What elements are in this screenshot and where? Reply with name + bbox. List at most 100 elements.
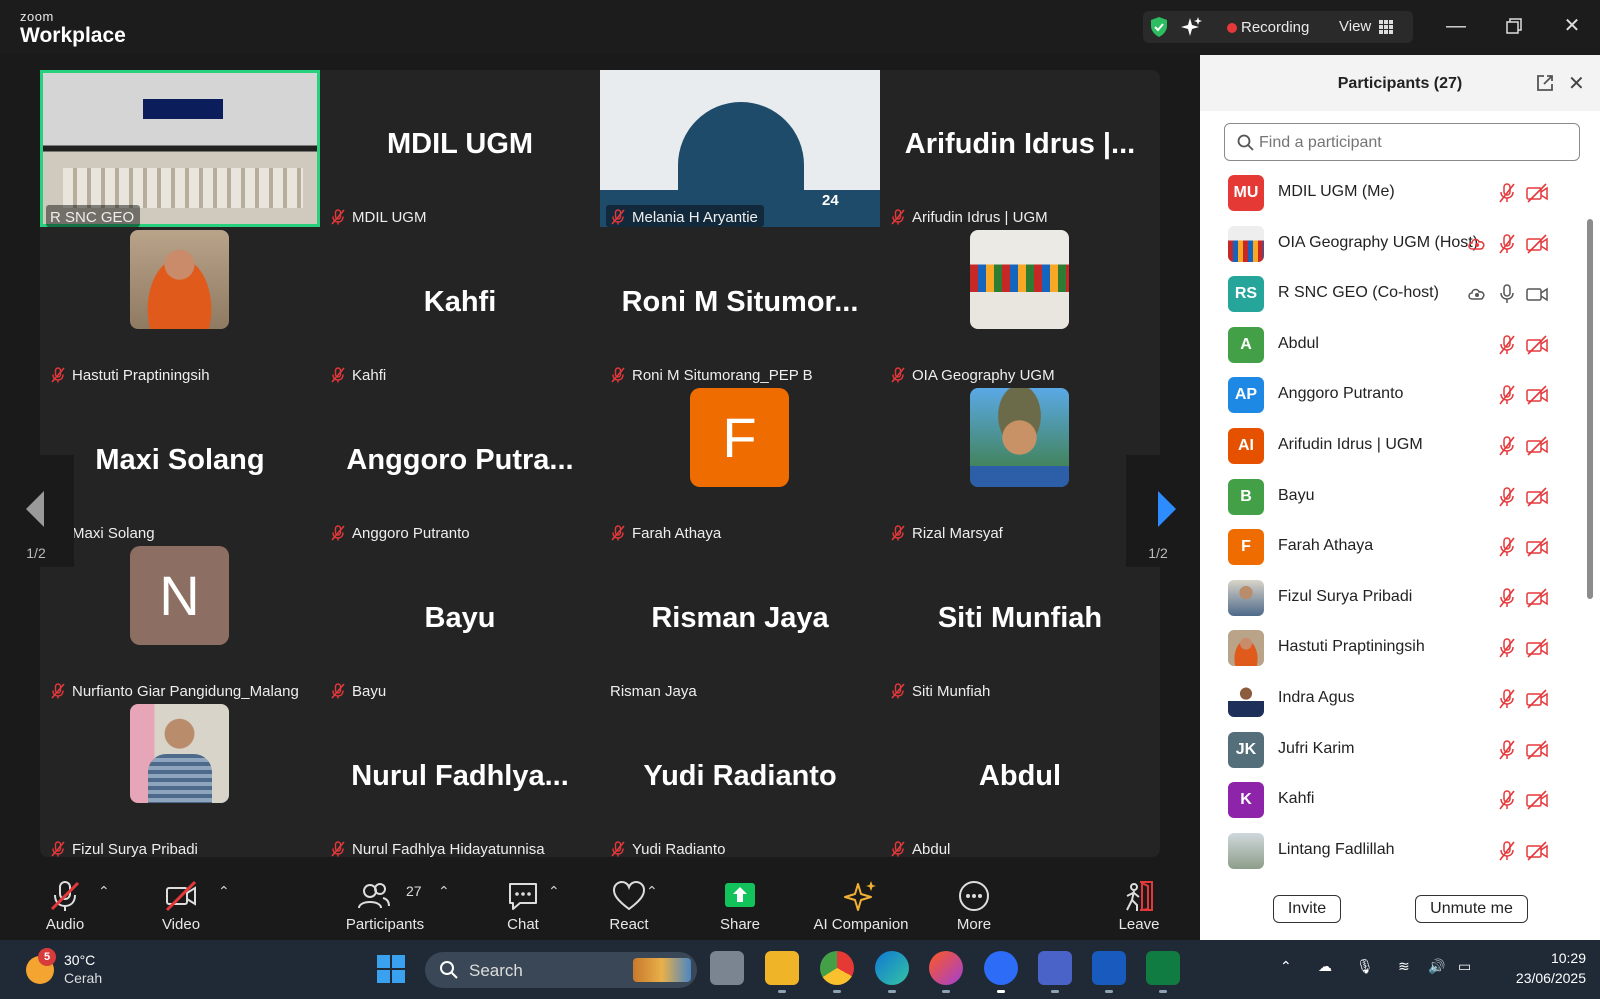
tray-chevron-icon[interactable]: ⌃ xyxy=(1280,958,1292,975)
app-icon[interactable] xyxy=(1038,951,1072,993)
leave-button[interactable]: Leave xyxy=(1104,867,1174,940)
participant-search-input[interactable] xyxy=(1259,132,1559,154)
video-options-caret-icon[interactable]: ⌃ xyxy=(218,883,230,900)
battery-icon[interactable]: ▭ xyxy=(1458,958,1471,975)
share-button[interactable]: Share xyxy=(705,867,775,940)
audio-button[interactable]: Audio xyxy=(30,867,100,940)
participant-row[interactable]: F Farah Athaya xyxy=(1200,521,1586,573)
video-button[interactable]: Video xyxy=(146,867,216,940)
video-tile[interactable]: Maxi Solang Maxi Solang xyxy=(40,386,320,543)
minimize-icon[interactable]: — xyxy=(1444,14,1468,38)
mic-muted-icon[interactable] xyxy=(1496,537,1518,557)
next-page-button[interactable]: 1/2 xyxy=(1126,455,1176,567)
video-tile[interactable]: Bayu Bayu xyxy=(320,544,600,701)
video-tile[interactable]: Fizul Surya Pribadi xyxy=(40,702,320,859)
video-tile[interactable]: Arifudin Idrus |... Arifudin Idrus | UGM xyxy=(880,70,1160,227)
video-tile[interactable]: Siti Munfiah Siti Munfiah xyxy=(880,544,1160,701)
mic-icon[interactable] xyxy=(1496,284,1518,304)
react-button[interactable]: React xyxy=(594,867,664,940)
video-tile[interactable]: Nurul Fadhlya... Nurul Fadhlya Hidayatunn… xyxy=(320,702,600,859)
mic-muted-icon[interactable] xyxy=(1496,790,1518,810)
video-tile[interactable]: Abdul Abdul xyxy=(880,702,1160,859)
video-tile[interactable]: Risman Jaya Risman Jaya xyxy=(600,544,880,701)
video-off-icon[interactable] xyxy=(1526,740,1548,760)
chrome-icon[interactable] xyxy=(820,951,854,993)
unmute-me-button[interactable]: Unmute me xyxy=(1415,895,1528,923)
windows-start-icon[interactable] xyxy=(376,954,406,984)
participant-row[interactable]: AP Anggoro Putranto xyxy=(1200,369,1586,421)
video-off-icon[interactable] xyxy=(1526,436,1548,456)
view-button[interactable]: View xyxy=(1339,18,1371,35)
video-off-icon[interactable] xyxy=(1526,537,1548,557)
video-tile[interactable]: Kahfi Kahfi xyxy=(320,228,600,385)
video-tile[interactable]: Yudi Radianto Yudi Radianto xyxy=(600,702,880,859)
mic-muted-icon[interactable] xyxy=(1496,335,1518,355)
participant-list-scrollbar[interactable] xyxy=(1586,167,1594,927)
scrollbar-thumb[interactable] xyxy=(1587,219,1593,599)
weather-widget[interactable]: 5 30°C Cerah xyxy=(22,948,142,990)
video-tile[interactable]: N Nurfianto Giar Pangidung_Malang xyxy=(40,544,320,701)
video-off-icon[interactable] xyxy=(1526,689,1548,709)
video-off-icon[interactable] xyxy=(1526,638,1548,658)
video-icon[interactable] xyxy=(1526,284,1548,304)
mic-muted-icon[interactable] xyxy=(1496,841,1518,861)
video-tile[interactable]: OIA Geography UGM xyxy=(880,228,1160,385)
taskbar-clock[interactable]: 10:29 23/06/2025 xyxy=(1496,948,1586,988)
video-tile[interactable]: F Farah Athaya xyxy=(600,386,880,543)
mic-muted-icon[interactable] xyxy=(1496,638,1518,658)
participants-button[interactable]: Participants xyxy=(340,867,430,940)
task-view-icon[interactable] xyxy=(710,951,744,985)
firefox-icon[interactable] xyxy=(929,951,963,993)
participant-search[interactable] xyxy=(1224,123,1580,161)
view-grid-icon[interactable] xyxy=(1379,20,1393,34)
close-panel-icon[interactable]: ✕ xyxy=(1568,71,1585,96)
zoom-app-icon[interactable] xyxy=(984,951,1018,993)
recording-label[interactable]: Recording xyxy=(1241,19,1309,36)
taskbar-search[interactable]: Search xyxy=(425,952,697,988)
react-options-caret-icon[interactable]: ⌃ xyxy=(646,883,658,900)
invite-button[interactable]: Invite xyxy=(1273,895,1341,923)
mic-muted-icon[interactable] xyxy=(1496,739,1518,760)
video-off-icon[interactable] xyxy=(1526,487,1548,507)
network-tray-icon[interactable]: ☁ xyxy=(1318,958,1332,975)
encryption-shield-icon[interactable] xyxy=(1149,16,1169,38)
word-icon[interactable] xyxy=(1092,951,1126,993)
participant-row[interactable]: Indra Agus xyxy=(1200,673,1586,725)
participant-row[interactable]: AI Arifudin Idrus | UGM xyxy=(1200,420,1586,472)
participant-row[interactable]: MU MDIL UGM (Me) xyxy=(1200,167,1586,219)
pop-out-icon[interactable] xyxy=(1536,74,1554,92)
ai-companion-sparkle-icon[interactable] xyxy=(1181,16,1203,38)
chat-options-caret-icon[interactable]: ⌃ xyxy=(548,883,560,900)
video-tile[interactable]: MDIL UGM MDIL UGM xyxy=(320,70,600,227)
mic-tray-icon[interactable]: 🎙 xyxy=(1356,958,1374,975)
video-tile[interactable]: 24 Melania H Aryantie xyxy=(600,70,880,227)
participant-row[interactable]: B Bayu xyxy=(1200,471,1586,523)
mic-muted-icon[interactable] xyxy=(1496,183,1518,203)
chat-button[interactable]: Chat xyxy=(488,867,558,940)
participant-row[interactable]: Lintang Fadlillah xyxy=(1200,825,1586,877)
close-window-icon[interactable]: ✕ xyxy=(1560,14,1584,38)
video-tile[interactable]: Hastuti Praptiningsih xyxy=(40,228,320,385)
video-off-icon[interactable] xyxy=(1526,385,1548,405)
mic-muted-icon[interactable] xyxy=(1496,588,1518,608)
participant-row[interactable]: K Kahfi xyxy=(1200,774,1586,826)
participants-options-caret-icon[interactable]: ⌃ xyxy=(438,883,450,900)
participant-row[interactable]: Hastuti Praptiningsih xyxy=(1200,622,1586,674)
video-off-icon[interactable] xyxy=(1526,234,1548,254)
video-off-icon[interactable] xyxy=(1526,335,1548,355)
participant-row[interactable]: RS R SNC GEO (Co-host) xyxy=(1200,268,1586,320)
audio-options-caret-icon[interactable]: ⌃ xyxy=(98,883,110,900)
mic-muted-icon[interactable] xyxy=(1496,233,1518,254)
participant-row[interactable]: A Abdul xyxy=(1200,319,1586,371)
video-off-icon[interactable] xyxy=(1526,183,1548,203)
video-off-icon[interactable] xyxy=(1526,588,1548,608)
video-off-icon[interactable] xyxy=(1526,790,1548,810)
restore-icon[interactable] xyxy=(1502,14,1526,38)
wifi-icon[interactable]: ≋ xyxy=(1398,958,1410,975)
mic-muted-icon[interactable] xyxy=(1496,486,1518,507)
video-tile[interactable]: Rizal Marsyaf xyxy=(880,386,1160,543)
video-tile[interactable]: R SNC GEO xyxy=(40,70,320,227)
participant-row[interactable]: OIA Geography UGM (Host) xyxy=(1200,218,1586,270)
video-off-icon[interactable] xyxy=(1526,841,1548,861)
edge-icon[interactable] xyxy=(875,951,909,993)
